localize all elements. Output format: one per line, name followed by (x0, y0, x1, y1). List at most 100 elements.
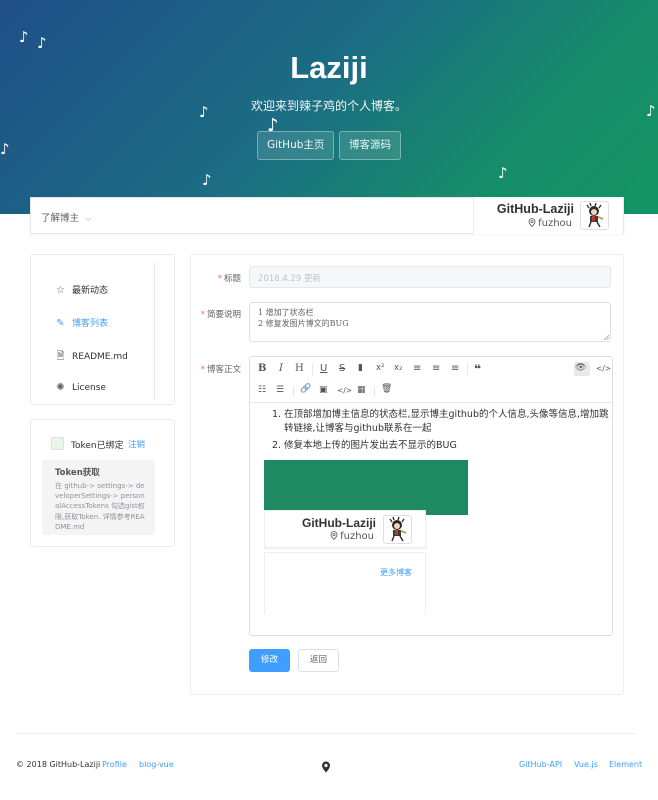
top-navbar: 了解博主 ⌵ GitHub-Laziji fuzhou (30, 197, 624, 234)
owner-card[interactable]: GitHub-Laziji fuzhou (473, 197, 623, 234)
ordered-list-icon[interactable]: ☷ (258, 386, 266, 395)
image-icon[interactable]: ▣ (319, 386, 328, 395)
edit-icon: ✎ (56, 318, 65, 329)
description-label: * 简要说明 (200, 310, 241, 320)
sidebar-item-label: 博客列表 (72, 319, 109, 329)
toolbar-divider (293, 386, 294, 397)
list-item: 2. 修复本地上传的图片发出去不显示的BUG (272, 440, 457, 451)
hero-header: ♪ ♪ ♪ ♪ ♪ ♪ ♪ ♪ Laziji 欢迎来到辣子鸡的个人博客。 Git… (0, 0, 658, 214)
owner-location-text: fuzhou (538, 218, 572, 229)
music-note-icon: ♪ (0, 140, 10, 158)
resize-handle-icon[interactable] (604, 335, 609, 340)
link-icon[interactable]: 🔗 (300, 385, 311, 394)
location-pin-icon (322, 761, 330, 773)
quote-icon[interactable]: ❝ (474, 363, 481, 375)
toolbar-divider (467, 364, 468, 375)
token-tip-box: Token获取 在 github-> settings-> developerS… (42, 460, 155, 535)
align-left-icon[interactable]: ≡ (413, 364, 421, 374)
content-list: 1. 在顶部增加博主信息的状态栏,显示博主github的个人信息,头像等信息,增加… (264, 408, 612, 453)
token-status-label: Token已绑定 (71, 441, 124, 451)
footer-link-vuejs[interactable]: Vue.js (574, 760, 598, 769)
sidebar-item-latest[interactable]: ☆ 最新动态 (55, 283, 108, 296)
music-note-icon: ♪ (19, 28, 29, 46)
footer-link-blog-vue[interactable]: blog-vue (139, 760, 174, 769)
markdown-editor[interactable]: B I H U S ▮ x² x₂ ≡ ≡ ≡ ❝ 👁 </> ☷ ☰ 🔗 ▣ … (249, 356, 613, 636)
heading-icon[interactable]: H (295, 364, 304, 374)
embedded-screenshot-image: GitHub-Laziji fuzhou 更多博客 (264, 460, 468, 614)
about-owner-label: 了解博主 (41, 213, 80, 224)
preview-eye-icon[interactable]: 👁 (575, 364, 586, 373)
title-label: * 标题 (217, 274, 241, 284)
footer-link-element[interactable]: Element (609, 760, 642, 769)
toolbar-divider (374, 386, 375, 397)
editor-toolbar: B I H U S ▮ x² x₂ ≡ ≡ ≡ ❝ 👁 </> ☷ ☰ 🔗 ▣ … (250, 357, 612, 403)
location-pin-icon (528, 218, 536, 228)
sidebar-item-readme[interactable]: 🗎 README.md (55, 349, 128, 366)
sidebar-item-blog-list[interactable]: ✎ 博客列表 (55, 316, 108, 329)
about-owner-menu[interactable]: 了解博主 ⌵ (41, 210, 91, 224)
description-line: 1 增加了状态栏 (258, 308, 314, 317)
image-content-panel: 更多博客 (264, 552, 426, 614)
image-header-band (264, 460, 468, 515)
chevron-down-icon: ⌵ (85, 214, 92, 223)
trash-icon[interactable]: 🗑 (381, 385, 392, 394)
description-line: 2 修复发图片博文的BUG (258, 319, 349, 328)
side-menu-list: ☆ 最新动态 ✎ 博客列表 🗎 README.md ✺ License (43, 263, 155, 400)
list-item: 1. 在顶部增加博主信息的状态栏,显示博主github的个人信息,头像等信息,增加… (272, 409, 609, 434)
image-avatar (383, 515, 412, 544)
code-view-icon[interactable]: </> (596, 365, 611, 373)
editor-content[interactable]: 1. 在顶部增加博主信息的状态栏,显示博主github的个人信息,头像等信息,增加… (250, 404, 612, 635)
token-tip-body: 在 github-> settings-> developerSettings-… (55, 482, 145, 531)
align-right-icon[interactable]: ≡ (451, 364, 459, 374)
blog-edit-form: * 标题 2018.4.29 更新 * 简要说明 1 增加了状态栏 2 修复发图片博… (190, 254, 624, 695)
image-owner-name: GitHub-Laziji (302, 516, 376, 530)
star-icon: ☆ (56, 285, 65, 296)
owner-location: fuzhou (528, 218, 572, 229)
sidebar-item-label: 最新动态 (72, 286, 109, 296)
owner-name: GitHub-Laziji (496, 202, 574, 216)
music-note-icon: ♪ (498, 164, 508, 182)
sidebar-item-license[interactable]: ✺ License (55, 382, 106, 393)
site-subtitle: 欢迎来到辣子鸡的个人博客。 (250, 99, 407, 113)
token-status-checkbox (51, 437, 64, 450)
token-logout-link[interactable]: 注销 (128, 438, 145, 450)
gear-icon: ✺ (56, 382, 65, 393)
bold-icon[interactable]: B (258, 364, 266, 374)
avatar[interactable] (580, 201, 609, 230)
document-icon: 🗎 (56, 351, 65, 362)
toolbar-divider (312, 364, 313, 375)
token-tip-title: Token获取 (55, 468, 100, 478)
superscript-icon[interactable]: x² (376, 364, 384, 373)
subscript-icon[interactable]: x₂ (394, 364, 402, 373)
image-owner-card: GitHub-Laziji fuzhou (264, 510, 426, 548)
avatar-image (581, 202, 608, 229)
side-menu: ☆ 最新动态 ✎ 博客列表 🗎 README.md ✺ License (30, 254, 175, 405)
description-textarea[interactable]: 1 增加了状态栏 2 修复发图片博文的BUG (249, 302, 611, 342)
location-pin-icon (330, 531, 338, 541)
github-home-button[interactable]: GitHub主页 (257, 131, 335, 160)
image-more-blogs-link: 更多博客 (380, 568, 412, 577)
underline-icon[interactable]: U (320, 364, 327, 374)
table-icon[interactable]: ▦ (357, 386, 366, 395)
back-button[interactable]: 返回 (298, 649, 339, 672)
align-center-icon[interactable]: ≡ (432, 364, 440, 374)
unordered-list-icon[interactable]: ☰ (276, 386, 284, 395)
blog-source-button[interactable]: 博客源码 (339, 131, 401, 160)
italic-icon[interactable]: I (279, 364, 283, 374)
bookmark-icon[interactable]: ▮ (358, 364, 363, 373)
footer-divider (16, 733, 636, 734)
footer-link-github-api[interactable]: GitHub-API (519, 760, 562, 769)
footer-copyright: © 2018 GitHub-Laziji (16, 760, 101, 769)
image-owner-location: fuzhou (330, 531, 374, 542)
site-title: Laziji (290, 50, 368, 85)
submit-button[interactable]: 修改 (249, 649, 290, 672)
footer-link-profile[interactable]: Profile (102, 760, 127, 769)
music-note-icon: ♪ (37, 34, 47, 52)
title-input[interactable]: 2018.4.29 更新 (249, 266, 611, 288)
sidebar-item-label: README.md (72, 352, 128, 362)
body-label: * 博客正文 (200, 365, 241, 375)
code-icon[interactable]: </> (337, 387, 352, 395)
token-panel: Token已绑定 注销 Token获取 在 github-> settings-… (30, 419, 175, 547)
sidebar-item-label: License (72, 383, 106, 393)
strikethrough-icon[interactable]: S (339, 364, 345, 374)
